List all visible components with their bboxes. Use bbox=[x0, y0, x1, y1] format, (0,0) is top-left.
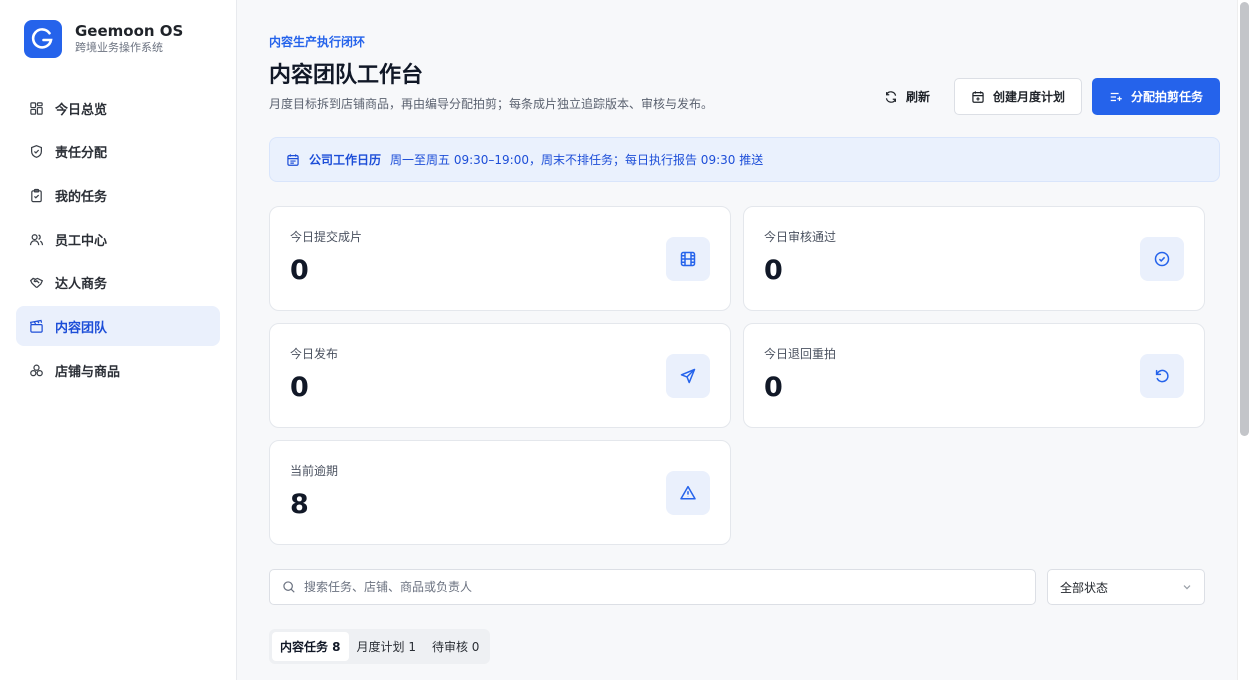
stat-value: 0 bbox=[764, 372, 783, 403]
handshake-icon bbox=[28, 275, 44, 291]
sidebar-item-my-tasks[interactable]: 我的任务 bbox=[16, 175, 220, 215]
stat-card-overdue: 当前逾期 8 bbox=[269, 440, 731, 545]
send-icon bbox=[666, 354, 710, 398]
search-box bbox=[269, 569, 1036, 605]
header-actions: 刷新 创建月度计划 分配拍剪任务 bbox=[870, 78, 1220, 115]
check-circle-icon bbox=[1140, 237, 1184, 281]
users-icon bbox=[28, 231, 44, 247]
scrollbar-thumb[interactable] bbox=[1240, 2, 1249, 436]
stat-label: 今日退回重拍 bbox=[764, 347, 837, 361]
filter-bar: 全部状态 bbox=[269, 569, 1220, 605]
page-eyebrow: 内容生产执行闭环 bbox=[269, 35, 366, 49]
stat-label: 今日发布 bbox=[290, 347, 339, 361]
sidebar-item-overview[interactable]: 今日总览 bbox=[16, 88, 220, 128]
stat-value: 0 bbox=[290, 372, 309, 403]
stat-value: 0 bbox=[764, 255, 783, 286]
sidebar-item-content-team[interactable]: 内容团队 bbox=[16, 306, 220, 347]
stat-card-approved: 今日审核通过 0 bbox=[743, 206, 1205, 311]
sidebar: Geemoon OS 跨境业务操作系统 今日总览 责任分配 我的任务 员工中心 … bbox=[0, 0, 237, 680]
list-plus-icon bbox=[1110, 92, 1122, 101]
sidebar-item-label: 我的任务 bbox=[55, 189, 108, 205]
calendar-icon bbox=[287, 153, 299, 166]
rotate-ccw-icon bbox=[1140, 354, 1184, 398]
stat-value: 8 bbox=[290, 489, 309, 520]
alert-triangle-icon bbox=[666, 471, 710, 515]
status-select[interactable]: 全部状态 bbox=[1047, 569, 1205, 605]
tab-content-tasks[interactable]: 内容任务 8 bbox=[272, 632, 349, 661]
stat-label: 今日审核通过 bbox=[764, 230, 837, 244]
stat-label: 当前逾期 bbox=[290, 464, 339, 478]
refresh-button[interactable]: 刷新 bbox=[870, 78, 944, 115]
shield-check-icon bbox=[28, 144, 44, 160]
stat-card-submitted: 今日提交成片 0 bbox=[269, 206, 731, 311]
brand-subtitle: 跨境业务操作系统 bbox=[75, 41, 163, 54]
sidebar-item-responsibility[interactable]: 责任分配 bbox=[16, 132, 220, 172]
brand-name: Geemoon OS bbox=[75, 22, 184, 40]
dashboard-icon bbox=[28, 100, 44, 116]
banner-text: 周一至周五 09:30–19:00，周末不排任务；每日执行报告 09:30 推送 bbox=[390, 153, 764, 167]
stat-label: 今日提交成片 bbox=[290, 230, 363, 244]
stats-grid: 今日提交成片 0 今日审核通过 0 今日发布 0 今日退回重拍 0 当前逾期 8 bbox=[269, 206, 1220, 545]
sidebar-item-label: 员工中心 bbox=[55, 233, 108, 249]
film-icon bbox=[666, 237, 710, 281]
stat-card-published: 今日发布 0 bbox=[269, 323, 731, 428]
brand-logo bbox=[24, 20, 62, 58]
main-content: 内容生产执行闭环 内容团队工作台 月度目标拆到店铺商品，再由编导分配拍剪；每条成… bbox=[237, 0, 1252, 680]
stat-value: 0 bbox=[290, 255, 309, 286]
sidebar-nav: 今日总览 责任分配 我的任务 员工中心 达人商务 内容团队 店铺与商品 bbox=[16, 88, 220, 390]
sidebar-item-label: 内容团队 bbox=[55, 320, 108, 336]
calendar-plus-icon bbox=[972, 90, 984, 103]
sidebar-item-influencer[interactable]: 达人商务 bbox=[16, 263, 220, 303]
assign-shoot-edit-button[interactable]: 分配拍剪任务 bbox=[1091, 78, 1220, 115]
tab-pending-review[interactable]: 待审核 0 bbox=[424, 632, 487, 661]
sidebar-item-staff-center[interactable]: 员工中心 bbox=[16, 219, 220, 259]
sidebar-item-label: 今日总览 bbox=[55, 102, 108, 118]
search-input[interactable] bbox=[304, 580, 1023, 594]
brand[interactable]: Geemoon OS 跨境业务操作系统 bbox=[24, 20, 220, 58]
search-icon bbox=[283, 581, 295, 593]
banner-title: 公司工作日历 bbox=[309, 153, 382, 167]
create-monthly-plan-button[interactable]: 创建月度计划 bbox=[953, 78, 1082, 115]
sidebar-item-shops-products[interactable]: 店铺与商品 bbox=[16, 350, 220, 390]
refresh-icon bbox=[885, 90, 897, 103]
g-logo-icon bbox=[31, 28, 53, 49]
page-scrollbar[interactable] bbox=[1237, 0, 1252, 680]
boxes-icon bbox=[28, 362, 44, 378]
app-shell: Geemoon OS 跨境业务操作系统 今日总览 责任分配 我的任务 员工中心 … bbox=[0, 0, 1252, 680]
sidebar-item-label: 责任分配 bbox=[55, 146, 108, 162]
stat-card-returned: 今日退回重拍 0 bbox=[743, 323, 1205, 428]
clipboard-check-icon bbox=[28, 187, 44, 203]
sidebar-item-label: 店铺与商品 bbox=[55, 364, 121, 380]
clapperboard-icon bbox=[28, 318, 44, 334]
work-calendar-banner: 公司工作日历 周一至周五 09:30–19:00，周末不排任务；每日执行报告 0… bbox=[269, 137, 1220, 182]
tab-monthly-plans[interactable]: 月度计划 1 bbox=[349, 632, 424, 661]
sidebar-item-label: 达人商务 bbox=[55, 277, 108, 293]
status-select-value: 全部状态 bbox=[1060, 580, 1109, 595]
chevron-down-icon bbox=[1183, 585, 1191, 590]
content-tabs: 内容任务 8 月度计划 1 待审核 0 bbox=[269, 629, 491, 664]
